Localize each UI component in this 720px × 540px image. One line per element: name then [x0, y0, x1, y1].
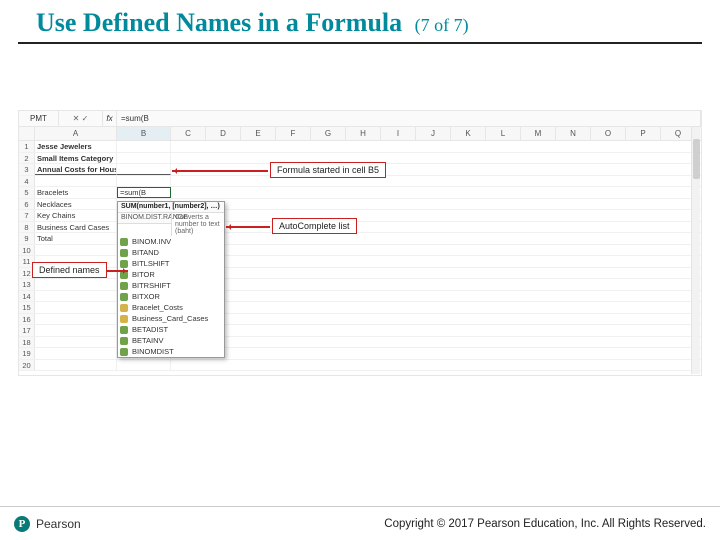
formula-commit-buttons[interactable]: ✕ ✓ [59, 111, 103, 126]
col-header-N[interactable]: N [556, 127, 591, 140]
autocomplete-item[interactable]: BITLSHIFT [118, 258, 224, 269]
cell-A6[interactable]: Necklaces [35, 199, 117, 210]
autocomplete-item[interactable]: Business_Card_Cases [118, 313, 224, 324]
autocomplete-item[interactable]: BINOM.INV [118, 236, 224, 247]
title-main: Use Defined Names in a Formula [36, 8, 402, 37]
autocomplete-item[interactable]: BITAND [118, 247, 224, 258]
col-header-I[interactable]: I [381, 127, 416, 140]
pearson-logo-text: Pearson [36, 517, 81, 531]
fx-icon[interactable]: fx [103, 111, 117, 126]
formula-input[interactable]: =sum(B [117, 111, 701, 126]
col-header-F[interactable]: F [276, 127, 311, 140]
autocomplete-list[interactable]: BINOM.INVBITANDBITLSHIFTBITORBITRSHIFTBI… [118, 236, 224, 357]
cell-B5[interactable]: =sum(B [117, 187, 171, 198]
function-icon [120, 326, 128, 334]
function-icon [120, 348, 128, 356]
autocomplete-first[interactable]: BINOM.DIST.RANGE [118, 213, 171, 224]
function-icon [120, 337, 128, 345]
col-header-K[interactable]: K [451, 127, 486, 140]
autocomplete-item[interactable]: Bracelet_Costs [118, 302, 224, 313]
cell-A7[interactable]: Key Chains [35, 210, 117, 221]
function-icon [120, 293, 128, 301]
function-icon [120, 260, 128, 268]
arrow-to-b5 [172, 170, 268, 172]
col-header-P[interactable]: P [626, 127, 661, 140]
defined-name-icon [120, 304, 128, 312]
cell-A5[interactable]: Bracelets [35, 187, 117, 198]
cell-A8[interactable]: Business Card Cases [35, 222, 117, 233]
arrow-to-autocomplete [226, 226, 270, 228]
autocomplete-dropdown[interactable]: SUM(number1, [number2], …) BINOM.DIST.RA… [117, 201, 225, 358]
autocomplete-signature: SUM(number1, [number2], …) [118, 202, 224, 213]
defined-name-icon [120, 315, 128, 323]
autocomplete-tip: Converts a number to text (baht) [171, 213, 224, 236]
cell-A9[interactable]: Total [35, 233, 117, 244]
col-header-M[interactable]: M [521, 127, 556, 140]
col-header-B[interactable]: B [117, 127, 171, 140]
col-header-H[interactable]: H [346, 127, 381, 140]
footer: P Pearson Copyright © 2017 Pearson Educa… [0, 506, 720, 540]
callout-defined-names: Defined names [32, 262, 107, 278]
vertical-scrollbar[interactable] [691, 127, 700, 374]
autocomplete-item[interactable]: BETADIST [118, 324, 224, 335]
formula-bar: PMT ✕ ✓ fx =sum(B [19, 111, 701, 127]
pearson-logo-icon: P [14, 516, 30, 532]
col-header-J[interactable]: J [416, 127, 451, 140]
copyright: Copyright © 2017 Pearson Education, Inc.… [384, 518, 706, 530]
callout-autocomplete: AutoComplete list [272, 218, 357, 234]
arrow-to-defined-names [106, 270, 128, 272]
cell-A3[interactable]: Annual Costs for Houston Store [35, 164, 117, 175]
col-header-A[interactable]: A [35, 127, 117, 140]
title-sub: (7 of 7) [415, 15, 469, 35]
slide: Use Defined Names in a Formula (7 of 7) … [0, 0, 720, 540]
col-header-G[interactable]: G [311, 127, 346, 140]
callout-formula-started: Formula started in cell B5 [270, 162, 386, 178]
column-headers: A B C D E F G H I J K L M N O P Q [19, 127, 701, 141]
col-header-O[interactable]: O [591, 127, 626, 140]
title-bar: Use Defined Names in a Formula (7 of 7) [18, 0, 702, 44]
col-header-L[interactable]: L [486, 127, 521, 140]
function-icon [120, 282, 128, 290]
col-header-E[interactable]: E [241, 127, 276, 140]
col-header-C[interactable]: C [171, 127, 206, 140]
col-header-D[interactable]: D [206, 127, 241, 140]
autocomplete-item[interactable]: BITXOR [118, 291, 224, 302]
slide-title: Use Defined Names in a Formula (7 of 7) [36, 8, 684, 38]
name-box[interactable]: PMT [19, 111, 59, 126]
select-all-corner[interactable] [19, 127, 35, 140]
autocomplete-item[interactable]: BITRSHIFT [118, 280, 224, 291]
autocomplete-item[interactable]: BITOR [118, 269, 224, 280]
autocomplete-item[interactable]: BETAINV [118, 335, 224, 346]
pearson-logo: P Pearson [14, 516, 81, 532]
excel-screenshot: PMT ✕ ✓ fx =sum(B A B C D E F G H I J K … [18, 110, 702, 376]
autocomplete-item[interactable]: BINOMDIST [118, 346, 224, 357]
function-icon [120, 249, 128, 257]
cell-A1[interactable]: Jesse Jewelers [35, 141, 117, 152]
cell-A2[interactable]: Small Items Category [35, 153, 117, 164]
function-icon [120, 238, 128, 246]
